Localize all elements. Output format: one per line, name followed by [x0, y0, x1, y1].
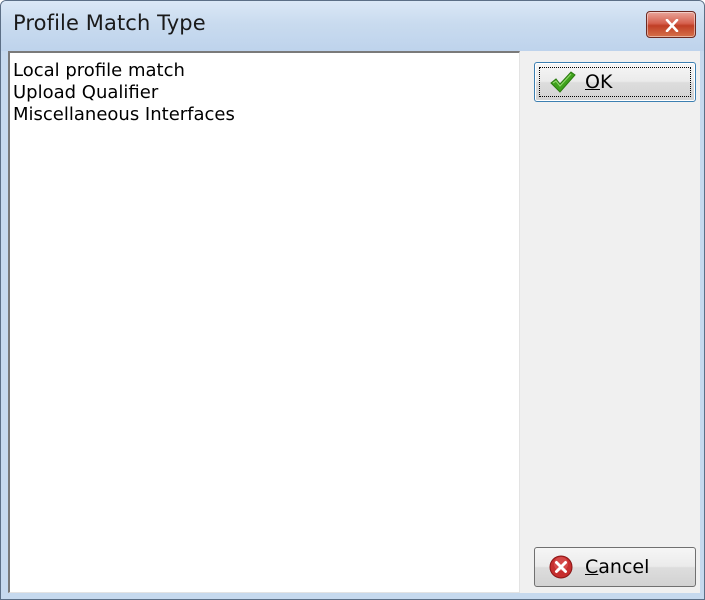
list-item[interactable]: Local profile match: [13, 60, 519, 82]
cancel-label: Cancel: [585, 556, 649, 578]
ok-mnemonic: O: [585, 71, 600, 93]
list-item[interactable]: Miscellaneous Interfaces: [13, 104, 519, 126]
cancel-label-rest: ancel: [598, 556, 650, 578]
cancel-mnemonic: C: [585, 556, 599, 578]
profile-match-type-dialog: Profile Match Type Local profile match U…: [0, 0, 705, 600]
ok-button[interactable]: OK: [534, 62, 696, 102]
profile-match-type-list[interactable]: Local profile match Upload Qualifier Mis…: [8, 51, 520, 593]
window-title: Profile Match Type: [13, 11, 206, 35]
close-icon: [665, 19, 679, 32]
close-button[interactable]: [646, 11, 696, 38]
ok-label-rest: K: [599, 71, 613, 93]
cancel-x-icon: [549, 555, 573, 579]
title-bar[interactable]: Profile Match Type: [1, 1, 704, 51]
list-item[interactable]: Upload Qualifier: [13, 82, 519, 104]
checkmark-icon: [550, 71, 576, 93]
ok-label: OK: [585, 71, 612, 93]
dialog-body: Local profile match Upload Qualifier Mis…: [8, 51, 700, 593]
cancel-button[interactable]: Cancel: [534, 547, 696, 587]
